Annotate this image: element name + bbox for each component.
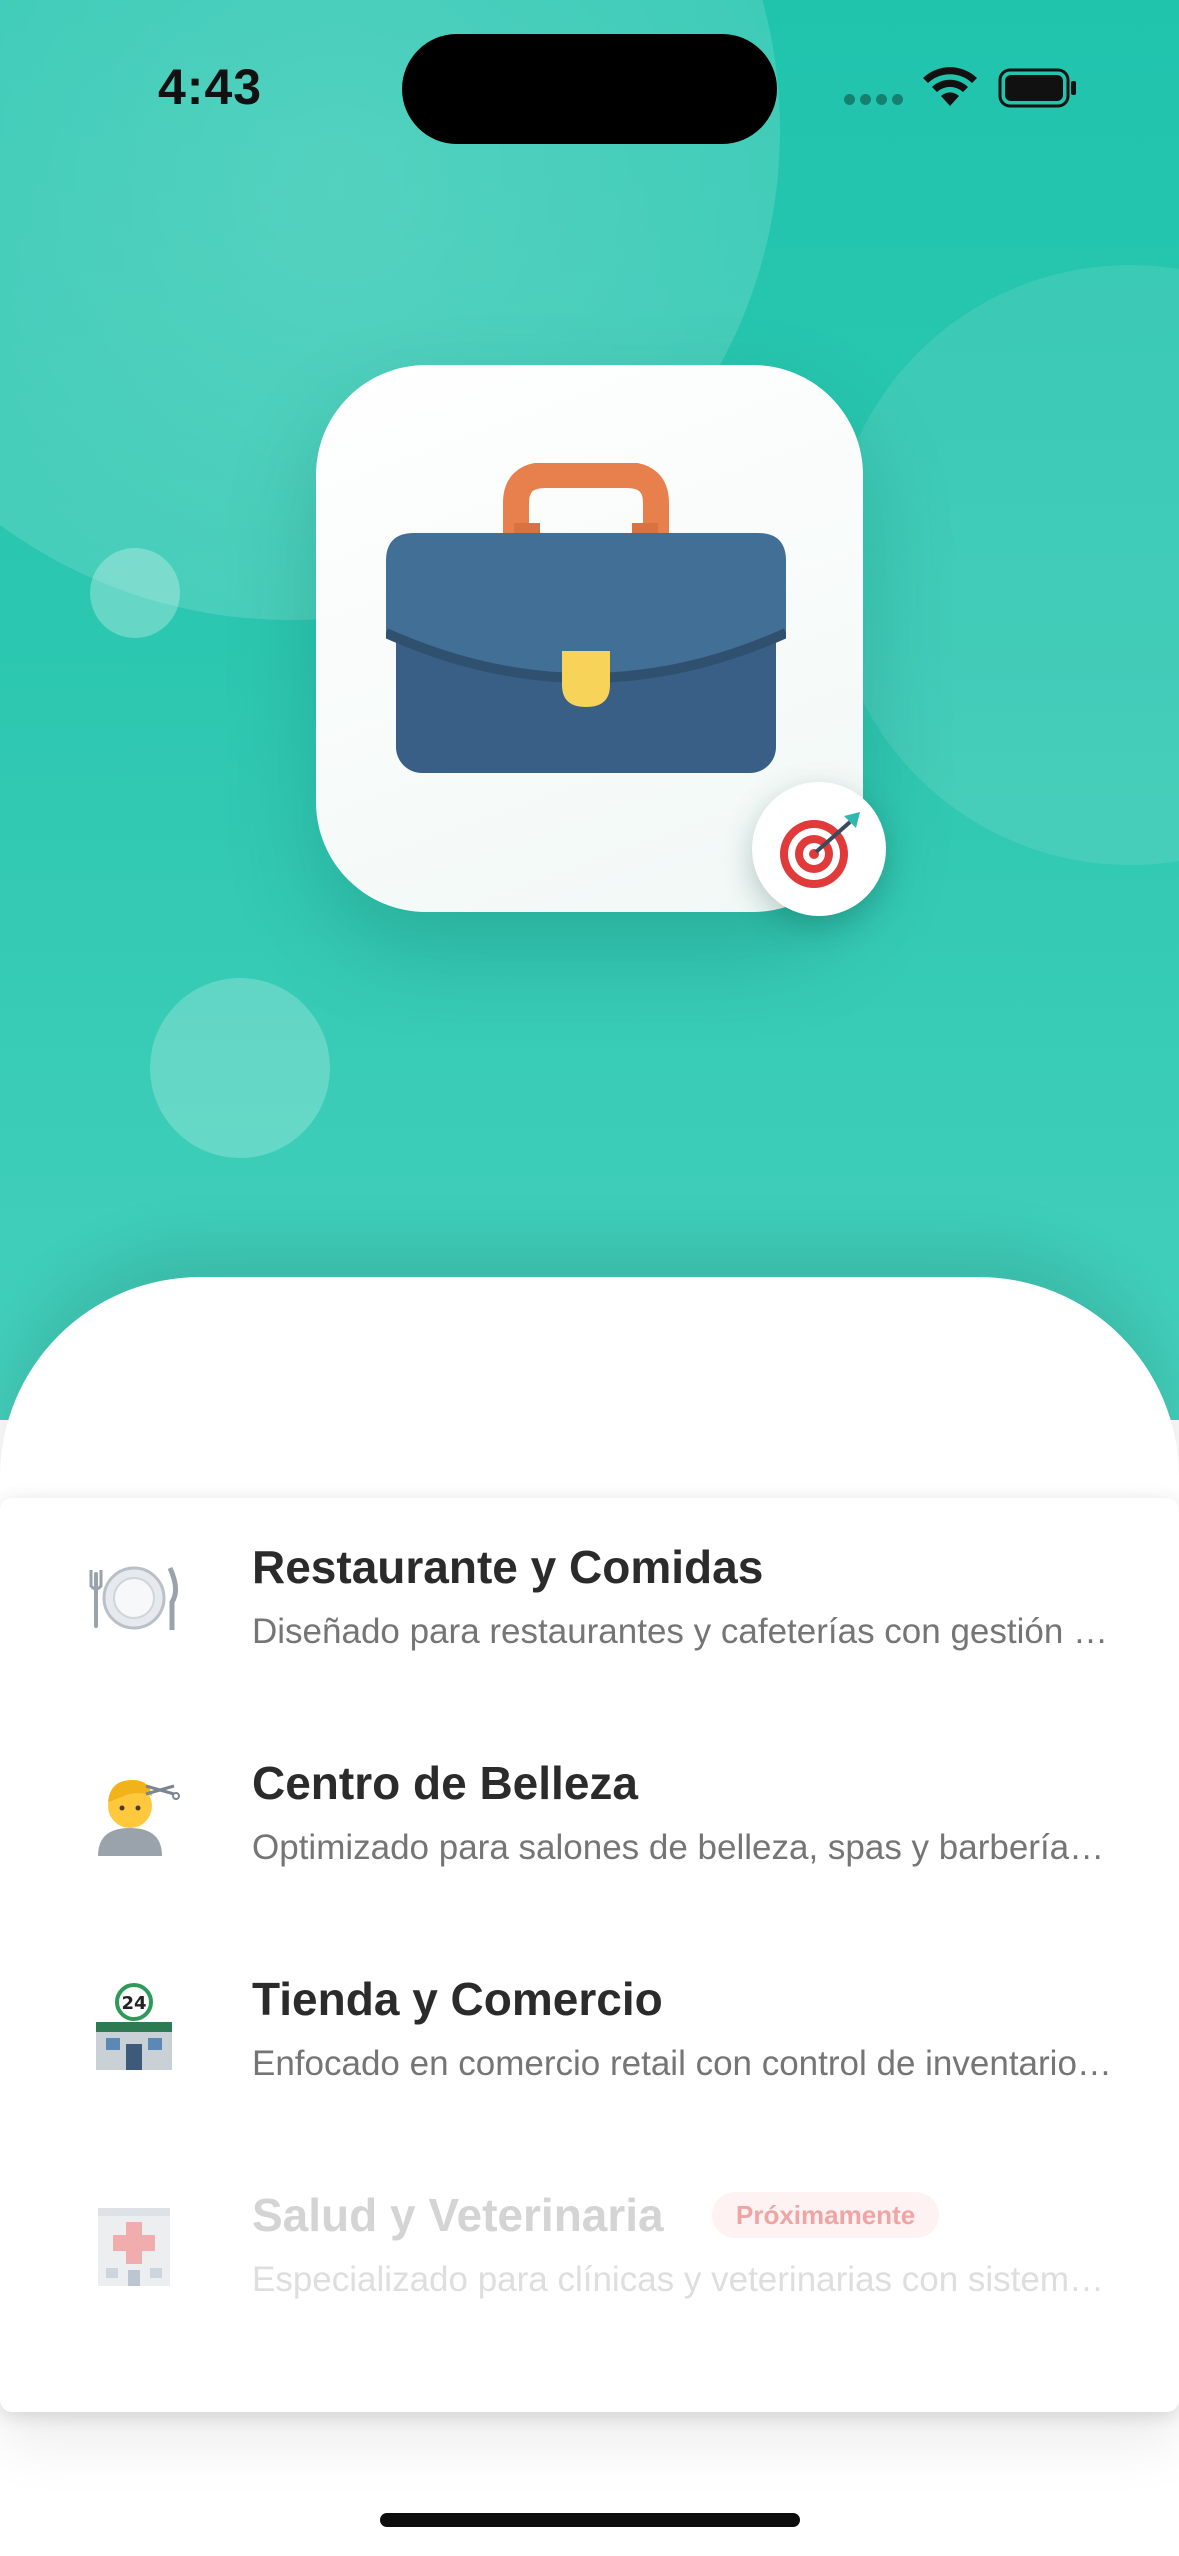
cellular-dots-icon <box>844 94 904 106</box>
option-title: Centro de Belleza <box>252 1757 638 1809</box>
plate-cutlery-icon <box>89 1566 178 1630</box>
option-tienda[interactable]: 24 Tienda y Comercio Enfocado en comerci… <box>0 1930 1179 2146</box>
convenience-store-icon: 24 <box>96 1983 172 2070</box>
hospital-icon <box>98 2208 170 2286</box>
home-indicator[interactable] <box>380 2513 800 2527</box>
option-title: Restaurante y Comidas <box>252 1541 764 1593</box>
option-title: Tienda y Comercio <box>252 1973 663 2025</box>
option-restaurante[interactable]: Restaurante y Comidas Diseñado para rest… <box>0 1498 1179 1714</box>
decor-bubble <box>150 978 330 1158</box>
option-description: Diseñado para restaurantes y cafeterías … <box>252 1612 1120 1651</box>
decor-bubble <box>90 548 180 638</box>
briefcase-icon <box>386 463 786 773</box>
option-description: Enfocado en comercio retail con control … <box>252 2044 1120 2083</box>
battery-icon <box>998 68 1076 108</box>
haircut-icon <box>98 1780 180 1856</box>
svg-text:24: 24 <box>121 1993 146 2014</box>
option-title: Salud y Veterinaria <box>252 2189 664 2241</box>
business-type-list: Restaurante y Comidas Diseñado para rest… <box>0 1498 1179 2412</box>
option-description: Optimizado para salones de belleza, spas… <box>252 1828 1120 1867</box>
status-bar: 4:43 <box>0 0 1179 170</box>
option-description: Especializado para clínicas y veterinari… <box>252 2260 1120 2299</box>
decor-bubble <box>830 265 1179 865</box>
wifi-icon <box>923 67 977 106</box>
target-badge <box>752 782 886 916</box>
option-salud: Salud y Veterinaria Próximamente Especia… <box>0 2146 1179 2362</box>
dynamic-island <box>402 34 777 144</box>
option-belleza[interactable]: Centro de Belleza Optimizado para salone… <box>0 1714 1179 1930</box>
target-icon <box>780 812 860 888</box>
status-time: 4:43 <box>158 59 263 115</box>
coming-soon-badge: Próximamente <box>712 2192 940 2238</box>
